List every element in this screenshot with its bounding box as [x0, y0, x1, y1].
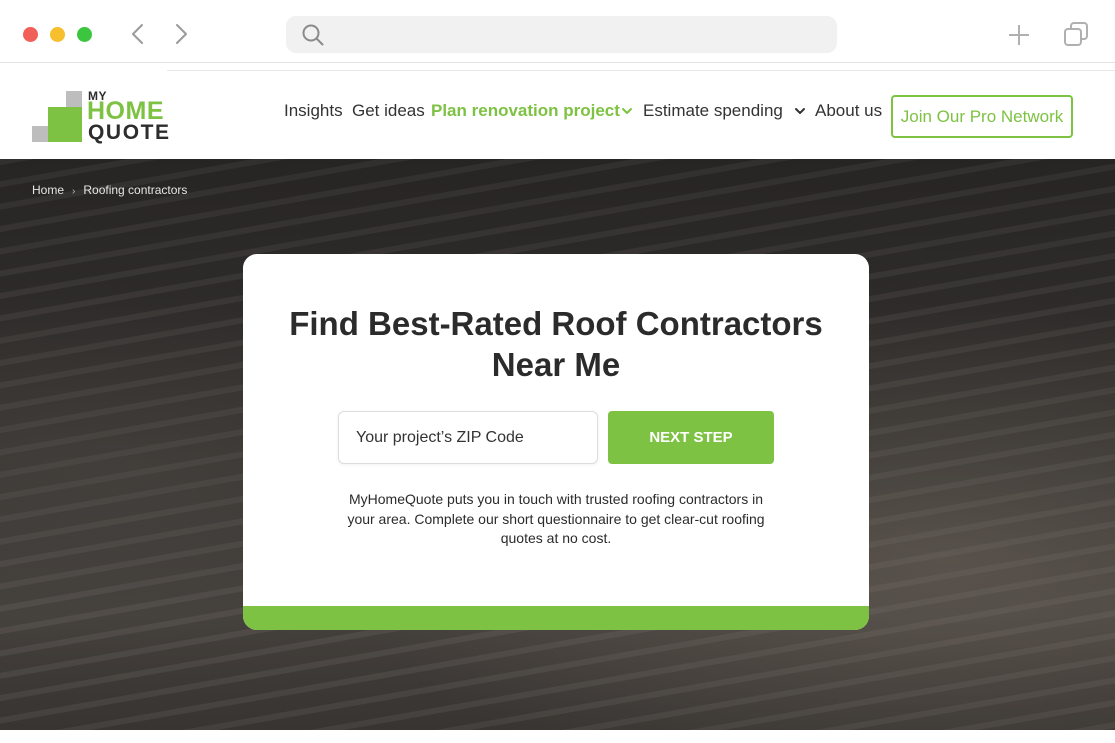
- search-icon: [302, 24, 324, 46]
- zip-code-input[interactable]: [338, 411, 598, 464]
- breadcrumb: Home › Roofing contractors: [32, 183, 187, 197]
- nav-estimate-spending[interactable]: Estimate spending: [643, 101, 783, 121]
- myhomequote-logo[interactable]: MY HOME QUOTE: [30, 88, 170, 148]
- logo-square-gray: [32, 126, 48, 142]
- plus-icon[interactable]: [1006, 22, 1032, 48]
- maximize-window-button[interactable]: [77, 27, 92, 42]
- page-bottom-strip: [0, 730, 1115, 743]
- header-divider: [167, 70, 1115, 71]
- minimize-window-button[interactable]: [50, 27, 65, 42]
- nav-plan-renovation[interactable]: Plan renovation project: [431, 101, 620, 121]
- address-bar[interactable]: [286, 16, 837, 53]
- quote-form-card: Find Best-Rated Roof Contractors Near Me…: [243, 254, 869, 630]
- nav-about-us[interactable]: About us: [815, 101, 882, 121]
- nav-get-ideas[interactable]: Get ideas: [352, 101, 425, 121]
- card-accent-bar: [243, 606, 869, 630]
- breadcrumb-home[interactable]: Home: [32, 183, 64, 197]
- back-arrow-icon[interactable]: [125, 20, 151, 48]
- chevron-right-icon: ›: [72, 186, 76, 197]
- chevron-down-icon[interactable]: [793, 104, 807, 118]
- nav-insights[interactable]: Insights: [284, 101, 343, 121]
- breadcrumb-current: Roofing contractors: [83, 183, 188, 197]
- forward-arrow-icon[interactable]: [168, 20, 194, 48]
- tabs-icon[interactable]: [1062, 20, 1090, 48]
- next-step-button[interactable]: NEXT STEP: [608, 411, 774, 464]
- browser-toolbar: [0, 0, 1115, 70]
- close-window-button[interactable]: [23, 27, 38, 42]
- logo-square-green: [48, 107, 82, 142]
- logo-square-gray: [66, 91, 82, 107]
- card-description: MyHomeQuote puts you in touch with trust…: [347, 491, 765, 546]
- logo-text-quote: QUOTE: [88, 121, 171, 144]
- page-title: Find Best-Rated Roof Contractors Near Me: [289, 305, 823, 383]
- join-pro-network-button[interactable]: Join Our Pro Network: [891, 95, 1073, 138]
- chevron-down-icon[interactable]: [620, 104, 634, 118]
